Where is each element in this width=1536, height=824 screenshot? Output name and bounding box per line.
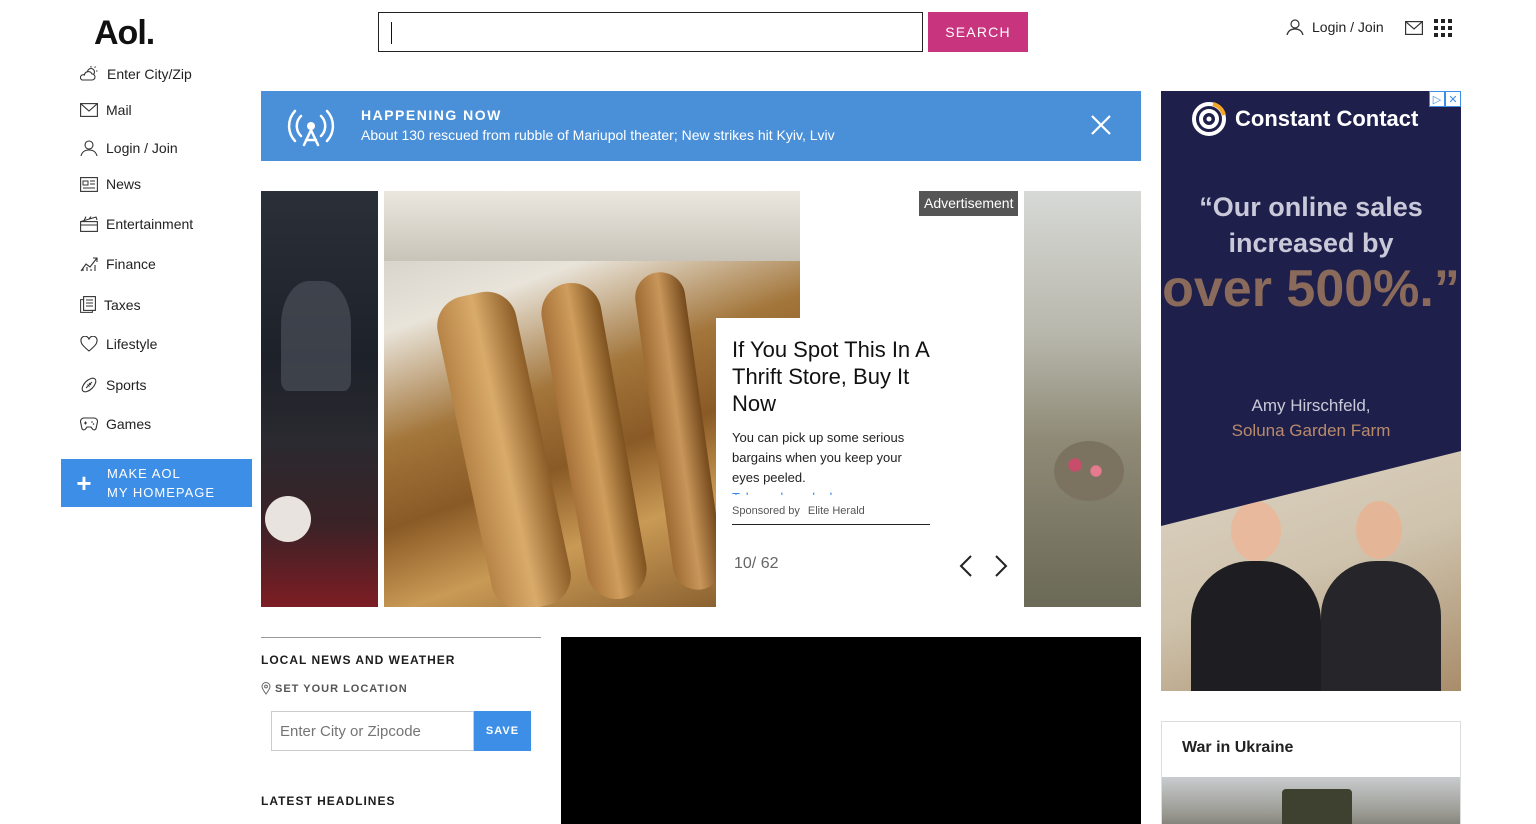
ad-big-stat: over 500%.” [1162, 260, 1460, 318]
sidebar-item-label: Sports [106, 377, 147, 393]
sidebar-item-login[interactable]: Login / Join [80, 139, 178, 157]
close-icon[interactable] [1090, 114, 1112, 136]
heart-icon [80, 336, 98, 352]
mail-icon [80, 103, 98, 117]
sidebar-item-finance[interactable]: Finance [80, 256, 156, 272]
sidebar-item-label: News [106, 176, 142, 192]
chart-icon [80, 257, 98, 272]
user-icon [80, 140, 98, 157]
broadcast-icon [287, 109, 335, 147]
chevron-right-icon[interactable] [994, 554, 1008, 578]
ad-photo [1161, 451, 1461, 691]
document-icon [80, 296, 96, 313]
search-input[interactable] [379, 13, 922, 51]
set-location-link[interactable]: SET YOUR LOCATION [261, 682, 408, 695]
make-homepage-button[interactable]: + MAKE AOL MY HOMEPAGE [61, 459, 252, 507]
make-homepage-label: MAKE AOL MY HOMEPAGE [107, 466, 216, 500]
slide-image-previous[interactable] [261, 191, 378, 607]
advertisement-tag: Advertisement [919, 191, 1019, 216]
constant-contact-brand: Constant Contact [1235, 106, 1419, 131]
sidebar-item-label: Games [106, 416, 152, 432]
banner-label: HAPPENING NOW [361, 107, 502, 123]
save-location-button[interactable]: SAVE [474, 711, 531, 751]
aol-logo[interactable]: Aol. [94, 14, 155, 53]
header-login-label: Login / Join [1312, 19, 1384, 35]
football-icon [81, 377, 97, 393]
header-login-link[interactable]: Login / Join [1286, 18, 1384, 36]
war-card-title[interactable]: War in Ukraine [1182, 739, 1293, 757]
sidebar-item-taxes[interactable]: Taxes [80, 296, 141, 313]
sidebar-item-mail[interactable]: Mail [80, 102, 132, 118]
location-pin-icon [261, 682, 271, 695]
local-news-title: LOCAL NEWS AND WEATHER [261, 653, 456, 667]
zip-field[interactable] [271, 711, 474, 751]
sidebar-item-games[interactable]: Games [80, 416, 151, 432]
ad-person-name: Amy Hirschfeld, [1251, 396, 1371, 415]
ad-title[interactable]: If You Spot This In A Thrift Store, Buy … [732, 336, 932, 417]
sidebar-item-lifestyle[interactable]: Lifestyle [80, 336, 157, 352]
sidebar-item-entertainment[interactable]: Entertainment [80, 216, 193, 232]
news-icon [80, 176, 98, 192]
sponsored-card[interactable]: If You Spot This In A Thrift Store, Buy … [716, 318, 1014, 607]
ad-more-link[interactable]: Take a closer look [732, 488, 932, 495]
mail-icon[interactable] [1405, 21, 1423, 35]
constant-contact-ad[interactable]: ▷ ✕ Constant Contact “Our online sales in… [1161, 91, 1461, 691]
local-news-section: LOCAL NEWS AND WEATHER SET YOUR LOCATION… [261, 637, 541, 808]
plus-icon: + [76, 468, 92, 498]
sponsor-line: Sponsored by Elite Herald [732, 505, 930, 525]
sponsor-name[interactable]: Elite Herald [808, 505, 865, 517]
search-button[interactable]: SEARCH [928, 12, 1028, 52]
chevron-left-icon[interactable] [959, 554, 973, 578]
slide-counter: 10/ 62 [734, 555, 779, 572]
slideshow-carousel: Advertisement If You Spot This In A Thri… [261, 191, 1141, 607]
clapperboard-icon [80, 216, 98, 232]
sidebar-item-news[interactable]: News [80, 176, 141, 192]
happening-now-banner[interactable]: HAPPENING NOW About 130 rescued from rub… [261, 91, 1141, 161]
apps-grid-icon[interactable] [1434, 19, 1452, 37]
search-field[interactable] [378, 12, 923, 52]
gamepad-icon [80, 417, 98, 431]
weather-icon [80, 66, 98, 81]
sidebar-item-label: Finance [106, 256, 156, 272]
ad-body: You can pick up some serious bargains wh… [732, 428, 932, 495]
sidebar-item-label: Login / Join [106, 140, 178, 156]
sidebar-item-label: Lifestyle [106, 336, 158, 352]
sidebar-item-sports[interactable]: Sports [80, 376, 146, 394]
ad-quote: “Our online sales increased by [1199, 192, 1423, 258]
video-player[interactable] [561, 637, 1141, 824]
latest-headlines-title: LATEST HEADLINES [261, 794, 396, 808]
sidebar-item-label: Enter City/Zip [107, 66, 192, 82]
constant-contact-logo-icon [1192, 102, 1226, 136]
war-in-ukraine-card[interactable]: War in Ukraine [1161, 721, 1461, 824]
slide-image-next[interactable] [1024, 191, 1141, 607]
user-icon [1286, 19, 1304, 36]
zipcode-input[interactable] [272, 712, 473, 750]
sidebar-item-label: Mail [106, 102, 132, 118]
sidebar-item-weather[interactable]: Enter City/Zip [80, 66, 192, 82]
sidebar-item-label: Taxes [104, 296, 141, 313]
adchoices-icon[interactable]: ▷ ✕ [1429, 91, 1461, 107]
sidebar-item-label: Entertainment [106, 216, 194, 232]
constant-contact-logo: Constant Contact [1191, 101, 1418, 137]
ad-company-name: Soluna Garden Farm [1231, 421, 1391, 440]
banner-headline[interactable]: About 130 rescued from rubble of Mariupo… [361, 127, 835, 143]
text-caret [391, 22, 392, 44]
war-card-image[interactable] [1162, 777, 1460, 824]
